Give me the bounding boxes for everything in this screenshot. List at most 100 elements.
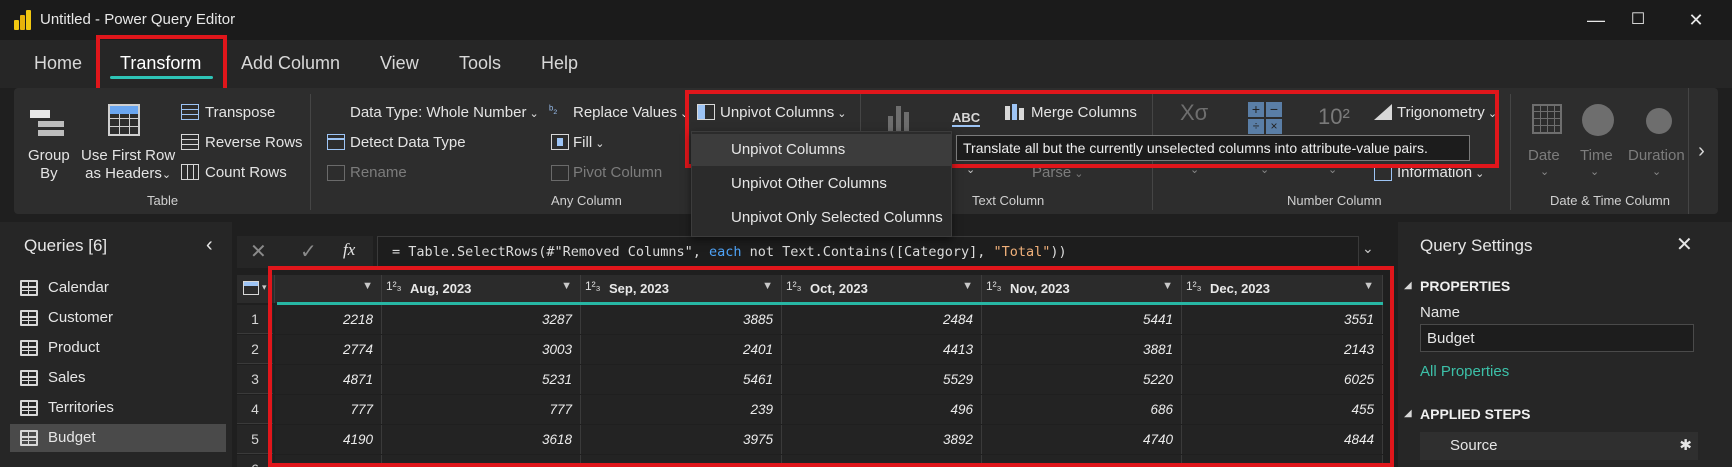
table-icon bbox=[20, 400, 38, 416]
properties-header: PROPERTIES bbox=[1420, 278, 1511, 294]
chevron-down-icon: ⌄ bbox=[1071, 168, 1084, 180]
ribbon-scroll-right-button[interactable]: › bbox=[1688, 88, 1714, 214]
tab-home[interactable]: Home bbox=[34, 53, 82, 74]
use-first-row-button[interactable]: Use First Row as Headers⌄ bbox=[81, 147, 175, 184]
formula-part: not Text.Contains([Category], bbox=[741, 244, 994, 260]
tab-tools[interactable]: Tools bbox=[459, 53, 501, 74]
transpose-button[interactable]: Transpose bbox=[205, 104, 275, 121]
power-bi-logo-icon bbox=[14, 10, 32, 30]
table-icon bbox=[20, 370, 38, 386]
duration-button[interactable]: Duration bbox=[1628, 147, 1685, 164]
use-first-row-label-1: Use First Row bbox=[81, 147, 176, 164]
count-rows-button[interactable]: Count Rows bbox=[205, 164, 287, 181]
formula-string: "Total" bbox=[993, 244, 1051, 260]
query-item-budget[interactable]: Budget bbox=[10, 424, 226, 452]
detect-data-type-button[interactable]: Detect Data Type bbox=[350, 134, 466, 151]
close-settings-button[interactable]: ✕ bbox=[1676, 232, 1693, 257]
query-item-product[interactable]: Product bbox=[10, 334, 226, 362]
detect-data-type-icon bbox=[327, 134, 345, 150]
number-column-group-label: Number Column bbox=[1287, 193, 1382, 208]
step-label: Source bbox=[1450, 437, 1498, 454]
table-icon bbox=[243, 281, 259, 295]
tab-view[interactable]: View bbox=[380, 53, 419, 74]
name-label: Name bbox=[1420, 304, 1461, 321]
query-item-sales[interactable]: Sales bbox=[10, 364, 226, 392]
applied-step-source[interactable]: Source ✱ bbox=[1420, 432, 1698, 460]
chevron-down-icon: ⌄ bbox=[1472, 168, 1485, 180]
commit-formula-button[interactable]: ✓ bbox=[300, 239, 317, 264]
query-item-label: Calendar bbox=[48, 279, 109, 296]
chevron-down-icon: ⌄ bbox=[1590, 166, 1600, 178]
pivot-column-button[interactable]: Pivot Column bbox=[573, 164, 662, 181]
query-item-customer[interactable]: Customer bbox=[10, 304, 226, 332]
collapse-triangle-icon[interactable]: ◢ bbox=[1404, 408, 1412, 419]
unpivot-tooltip: Translate all but the currently unselect… bbox=[956, 135, 1470, 161]
queries-header: Queries [6] bbox=[24, 236, 108, 255]
data-type-dropdown[interactable]: Data Type: Whole Number ⌄ bbox=[350, 104, 539, 121]
replace-values-button[interactable]: Replace Values ⌄ bbox=[573, 104, 689, 121]
menu-item-unpivot-columns[interactable]: Unpivot Columns bbox=[692, 134, 951, 166]
count-rows-icon bbox=[181, 164, 199, 180]
unpivot-dropdown-menu: Unpivot Columns Unpivot Other Columns Un… bbox=[691, 131, 952, 237]
applied-steps-header: APPLIED STEPS bbox=[1420, 406, 1531, 422]
fill-icon bbox=[551, 134, 569, 150]
query-item-label: Territories bbox=[48, 399, 114, 416]
query-name-input[interactable] bbox=[1420, 324, 1694, 352]
fill-button[interactable]: Fill ⌄ bbox=[573, 134, 604, 151]
date-button[interactable]: Date bbox=[1528, 147, 1560, 164]
window-title: Untitled - Power Query Editor bbox=[40, 11, 236, 28]
date-icon bbox=[1532, 104, 1562, 134]
ribbon-separator bbox=[310, 94, 311, 210]
table-icon bbox=[20, 280, 38, 296]
transform-tab-highlight bbox=[96, 35, 227, 93]
menu-item-unpivot-only-selected-columns[interactable]: Unpivot Only Selected Columns bbox=[692, 202, 951, 234]
chevron-down-icon: ⌄ bbox=[1540, 166, 1550, 178]
group-by-label-1: Group bbox=[28, 147, 70, 164]
minimize-button[interactable]: — bbox=[1578, 6, 1614, 34]
group-by-icon bbox=[30, 108, 64, 138]
table-icon bbox=[20, 310, 38, 326]
menu-item-unpivot-other-columns[interactable]: Unpivot Other Columns bbox=[692, 168, 951, 200]
tab-help[interactable]: Help bbox=[541, 53, 578, 74]
tab-add-column[interactable]: Add Column bbox=[241, 53, 340, 74]
duration-icon bbox=[1646, 108, 1672, 134]
table-group-label: Table bbox=[147, 193, 179, 208]
chevron-down-icon: ⌄ bbox=[161, 169, 172, 181]
fill-label: Fill bbox=[573, 134, 593, 151]
formula-part: = Table.SelectRows(#"Removed Columns", bbox=[392, 244, 709, 260]
formula-text: = Table.SelectRows(#"Removed Columns", e… bbox=[392, 244, 1067, 260]
all-properties-link[interactable]: All Properties bbox=[1420, 363, 1509, 380]
query-item-label: Sales bbox=[48, 369, 86, 386]
time-button[interactable]: Time bbox=[1580, 147, 1613, 164]
replace-values-label: Replace Values bbox=[573, 104, 677, 121]
chevron-down-icon: ⌄ bbox=[1652, 166, 1662, 178]
table-icon bbox=[20, 430, 38, 446]
title-bar bbox=[0, 0, 1732, 40]
maximize-button[interactable]: ☐ bbox=[1620, 6, 1656, 34]
datetime-group-label: Date & Time Column bbox=[1550, 193, 1670, 208]
ribbon-separator bbox=[1510, 94, 1511, 210]
query-settings-title: Query Settings bbox=[1420, 236, 1533, 255]
collapse-triangle-icon[interactable]: ◢ bbox=[1404, 280, 1412, 291]
query-item-territories[interactable]: Territories bbox=[10, 394, 226, 422]
chevron-down-icon: ⌄ bbox=[526, 108, 539, 120]
reverse-rows-button[interactable]: Reverse Rows bbox=[205, 134, 303, 151]
replace-values-icon: ᵇ₂ bbox=[549, 104, 558, 116]
group-by-button[interactable]: Group By bbox=[28, 147, 70, 183]
reverse-rows-icon bbox=[181, 134, 199, 150]
insert-function-button[interactable]: fx bbox=[343, 240, 355, 260]
use-first-row-label-2: as Headers bbox=[85, 165, 162, 182]
rename-icon bbox=[327, 165, 345, 181]
transpose-icon bbox=[181, 104, 199, 120]
expand-formula-chevron-icon[interactable]: ⌄ bbox=[1362, 240, 1374, 257]
text-column-group-label: Text Column bbox=[972, 193, 1045, 208]
table-icon bbox=[20, 340, 38, 356]
cancel-formula-button[interactable]: ✕ bbox=[250, 239, 267, 264]
collapse-pane-chevron-icon[interactable]: ‹ bbox=[206, 234, 213, 257]
step-settings-gear-icon[interactable]: ✱ bbox=[1679, 436, 1692, 454]
pivot-column-icon bbox=[551, 165, 569, 181]
time-icon bbox=[1582, 104, 1614, 136]
rename-button[interactable]: Rename bbox=[350, 164, 407, 181]
close-button[interactable]: ✕ bbox=[1678, 6, 1714, 34]
query-item-calendar[interactable]: Calendar bbox=[10, 274, 226, 302]
